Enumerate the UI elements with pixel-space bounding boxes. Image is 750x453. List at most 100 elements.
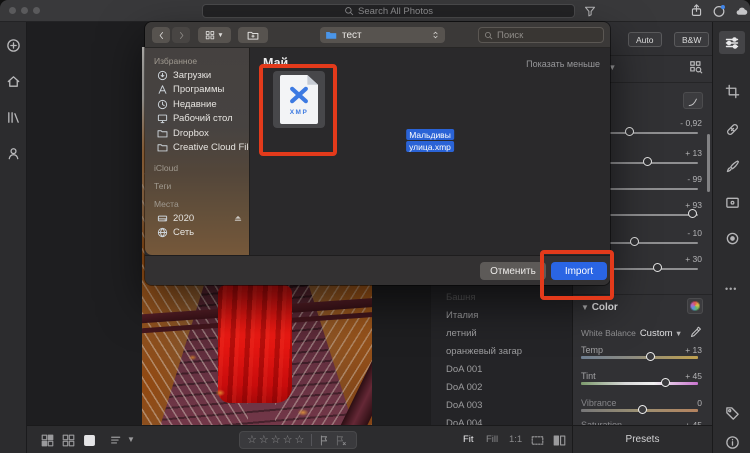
panel-scrollbar[interactable] [707,134,710,192]
preset-item[interactable]: Башня [446,292,476,303]
sharing-icon[interactable] [6,146,21,161]
filter-icon[interactable] [584,5,596,17]
slider-value: - 0,92 [680,118,702,128]
eyedropper-icon[interactable] [690,326,702,338]
presets-toggle-button[interactable]: Presets [572,425,712,453]
bw-button[interactable]: B&W [674,32,709,47]
import-button[interactable]: Import [551,262,607,280]
edit-tool-button-active[interactable] [719,31,745,54]
preset-item[interactable]: летний [446,328,477,339]
slider-knob[interactable] [630,237,639,246]
color-wheel-icon [690,301,700,311]
white-balance-row[interactable]: White BalanceCustom ▼ [581,328,704,342]
xmp-file-icon[interactable]: XMP [280,75,318,124]
cloud-icon[interactable] [734,5,749,17]
keywords-tag-icon[interactable] [725,406,740,421]
right-tool-rail: ••• [712,22,750,453]
window-close-button[interactable] [9,7,16,14]
sidebar-item-globe[interactable]: Сеть [145,226,249,241]
healing-tool-icon[interactable] [725,122,740,137]
star-rating-1[interactable]: ☆ [247,432,257,448]
show-less-button[interactable]: Показать меньше [526,59,600,69]
eject-icon[interactable] [233,213,243,223]
reject-flag-icon[interactable] [335,435,346,446]
add-photos-icon[interactable] [6,38,21,53]
slider-track[interactable] [581,409,698,412]
sidebar-item-download[interactable]: Загрузки [145,68,249,83]
selection-overlay-icon[interactable] [531,434,544,447]
slider-track[interactable] [581,382,698,385]
xmp-x-glyph [287,84,311,106]
sidebar-item-folder[interactable]: Dropbox [145,126,249,141]
global-search-input[interactable]: Search All Photos [202,4,575,18]
square-grid-view-icon[interactable] [62,434,75,447]
star-rating-4[interactable]: ☆ [283,432,293,448]
slider-knob[interactable] [653,263,662,272]
forward-button[interactable] [172,27,190,43]
info-icon[interactable] [725,435,740,450]
white-balance-label: White Balance [581,328,636,338]
sync-status-icon[interactable] [712,4,726,18]
folder-select-dropdown[interactable]: тест [320,27,445,43]
preset-item[interactable]: оранжевый загар [446,346,522,357]
preset-item[interactable]: DoA 001 [446,364,482,375]
gradient-tool-icon[interactable] [725,195,740,210]
photo-grid-view-icon[interactable] [41,434,54,447]
color-mixer-button[interactable] [687,298,703,314]
star-rating-5[interactable]: ☆ [295,432,305,448]
color-section-header[interactable]: ▼ Color [581,302,618,313]
slider-value: + 13 [685,345,702,355]
sidebar-item-folder[interactable]: Creative Cloud Files [145,141,249,156]
preset-item[interactable]: DoA 004 [446,418,482,425]
preset-item[interactable]: DoA 002 [446,382,482,393]
divider [573,294,712,295]
star-rating-2[interactable]: ☆ [259,432,269,448]
window-minimize-button[interactable] [21,7,28,14]
sidebar-item-apps[interactable]: Программы [145,83,249,98]
back-button[interactable] [152,27,170,43]
red-eye-tool-icon[interactable] [725,231,740,246]
dialog-file-area: Май Показать меньше XMP Мальдивы улица.x… [250,48,610,255]
window-zoom-button[interactable] [33,7,40,14]
file-name-line1[interactable]: Мальдивы [406,129,454,140]
zoom-fit-button[interactable]: Fit [463,434,474,445]
detail-view-icon[interactable] [83,434,96,447]
new-folder-button[interactable] [238,27,268,43]
pick-flag-icon[interactable] [319,435,330,446]
more-tools-icon[interactable]: ••• [725,284,737,294]
crop-tool-icon[interactable] [725,84,740,99]
clock-icon [157,99,168,110]
dialog-search-input[interactable]: Поиск [478,27,604,43]
slider-track[interactable] [581,356,698,359]
zoom-one-to-one-button[interactable]: 1:1 [509,434,522,445]
slider-knob[interactable] [646,352,655,361]
rating-flag-pill: ☆ ☆ ☆ ☆ ☆ [239,431,357,449]
sort-chevron-icon[interactable]: ▼ [127,435,135,444]
sidebar-item-desktop[interactable]: Рабочий стол [145,112,249,127]
cancel-button[interactable]: Отменить [480,262,546,280]
my-photos-icon[interactable] [6,110,21,125]
share-icon[interactable] [690,4,703,17]
sort-icon[interactable] [110,434,123,447]
zoom-fill-button[interactable]: Fill [486,434,498,445]
preset-item[interactable]: DoA 003 [446,400,482,411]
sidebar-item-disk[interactable]: 2020 [145,211,249,226]
view-mode-button[interactable]: ▼ [198,27,231,43]
bottom-toolbar: ▼ ☆ ☆ ☆ ☆ ☆ Fit Fill 1:1 [27,425,572,453]
sidebar-item-clock[interactable]: Недавние [145,97,249,112]
slider-knob[interactable] [643,157,652,166]
home-icon[interactable] [6,74,21,89]
before-after-view-icon[interactable] [553,434,566,447]
auto-button[interactable]: Auto [628,32,662,47]
slider-knob[interactable] [625,127,634,136]
file-name-line2[interactable]: улица.xmp [406,141,454,152]
preset-item[interactable]: Италия [446,310,478,321]
browse-profiles-icon[interactable] [689,60,703,74]
slider-knob[interactable] [638,405,647,414]
brush-tool-icon[interactable] [725,159,740,174]
tone-curve-button[interactable] [683,92,703,109]
slider-knob[interactable] [661,378,670,387]
dialog-footer: Отменить Import [145,255,610,285]
slider-knob[interactable] [688,209,697,218]
star-rating-3[interactable]: ☆ [271,432,281,448]
